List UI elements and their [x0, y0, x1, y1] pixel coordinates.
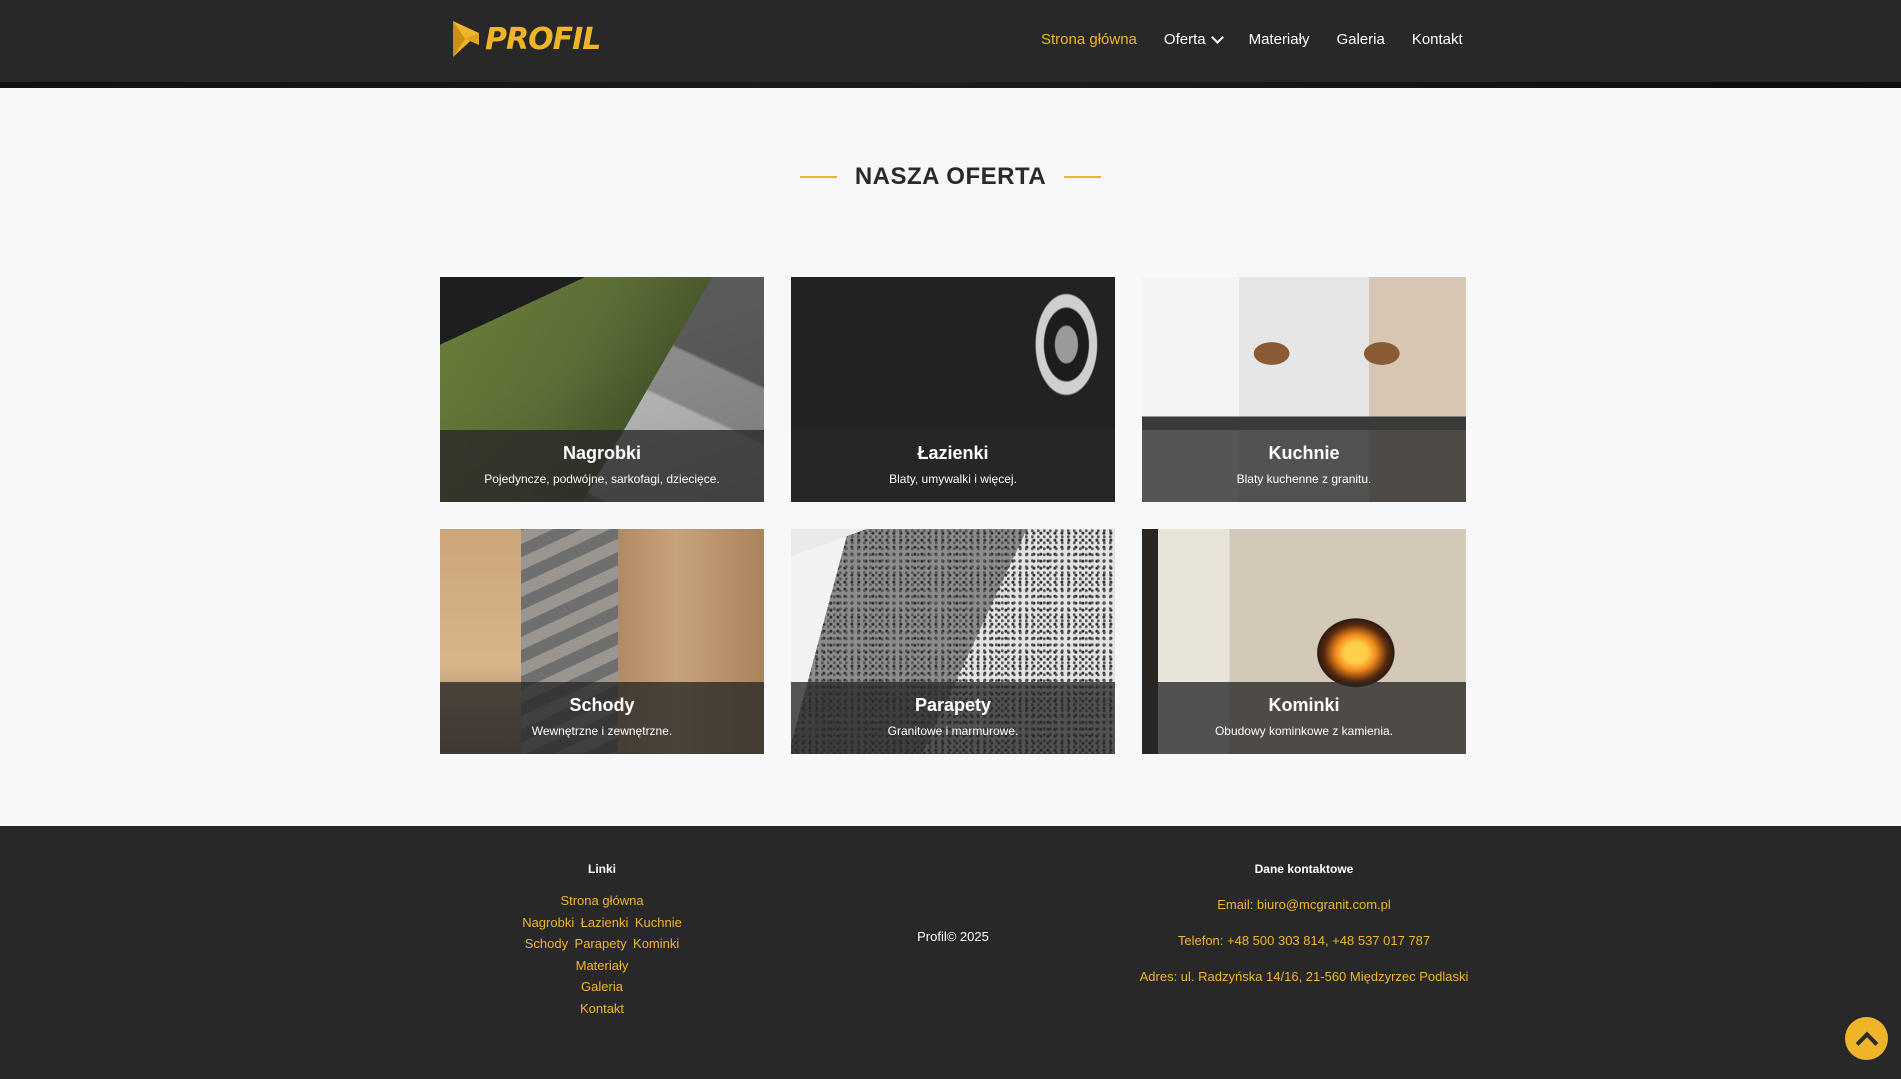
card-caption: Nagrobki Pojedyncze, podwójne, sarkofagi…: [440, 430, 764, 502]
nav-oferta[interactable]: Oferta: [1163, 30, 1224, 48]
logo-text: PROFIL: [485, 21, 601, 57]
title-line-left: [799, 176, 837, 178]
card-description: Pojedyncze, podwójne, sarkofagi, dziecię…: [484, 472, 720, 486]
main-nav: Strona główna Oferta Materiały Galeria K…: [1041, 30, 1490, 48]
footer-links-row: Nagrobki Łazienki Kuchnie: [440, 912, 764, 934]
logo[interactable]: PROFIL: [451, 19, 601, 59]
nav-kontakt[interactable]: Kontakt: [1412, 31, 1463, 48]
footer-link-schody[interactable]: Schody: [525, 936, 568, 951]
title-line-right: [1064, 176, 1102, 178]
footer-contact: Dane kontaktowe Email: biuro@mcgranit.co…: [1112, 862, 1496, 984]
offer-card-nagrobki[interactable]: Nagrobki Pojedyncze, podwójne, sarkofagi…: [440, 277, 764, 502]
footer-link-nagrobki[interactable]: Nagrobki: [522, 915, 574, 930]
scroll-top-button[interactable]: [1845, 1017, 1888, 1060]
offer-card-kominki[interactable]: Kominki Obudowy kominkowe z kamienia.: [1142, 529, 1466, 754]
footer-link-kontakt[interactable]: Kontakt: [440, 998, 764, 1020]
footer-copyright: Profil© 2025: [917, 929, 989, 944]
footer-email[interactable]: Email: biuro@mcgranit.com.pl: [1112, 897, 1496, 912]
footer-link-parapety[interactable]: Parapety: [575, 936, 627, 951]
footer-link-kominki[interactable]: Kominki: [633, 936, 679, 951]
card-title: Schody: [569, 695, 635, 715]
card-description: Wewnętrzne i zewnętrzne.: [531, 724, 673, 738]
nav-oferta-label: Oferta: [1163, 31, 1206, 48]
chevron-up-icon: [1855, 1031, 1878, 1054]
card-caption: Schody Wewnętrzne i zewnętrzne.: [440, 682, 764, 754]
nav-home[interactable]: Strona główna: [1041, 31, 1137, 48]
card-title: Nagrobki: [562, 443, 641, 463]
card-title: Kominki: [1268, 695, 1340, 715]
card-title: Kuchnie: [1268, 443, 1340, 463]
card-title: Łazienki: [917, 443, 989, 463]
footer-contact-list: Email: biuro@mcgranit.com.pl Telefon: +4…: [1112, 897, 1496, 984]
footer-phone[interactable]: Telefon: +48 500 303 814, +48 537 017 78…: [1112, 933, 1496, 948]
nav-materialy[interactable]: Materiały: [1249, 31, 1310, 48]
section-heading: NASZA OFERTA: [0, 163, 1901, 191]
footer-link-galeria[interactable]: Galeria: [440, 976, 764, 998]
card-description: Granitowe i marmurowe.: [887, 724, 1019, 738]
footer-links: Linki Strona główna Nagrobki Łazienki Ku…: [440, 862, 764, 1019]
card-caption: Kuchnie Blaty kuchenne z granitu.: [1142, 430, 1466, 502]
site-footer: Linki Strona główna Nagrobki Łazienki Ku…: [0, 826, 1901, 1079]
site-header: PROFIL Strona główna Oferta Materiały Ga…: [0, 0, 1901, 88]
footer-contact-heading: Dane kontaktowe: [1254, 862, 1354, 876]
card-caption: Łazienki Blaty, umywalki i więcej.: [791, 430, 1115, 502]
offer-card-parapety[interactable]: Parapety Granitowe i marmurowe.: [791, 529, 1115, 754]
footer-link-kuchnie[interactable]: Kuchnie: [635, 915, 682, 930]
header-divider: [0, 82, 1901, 88]
card-description: Blaty, umywalki i więcej.: [889, 472, 1017, 486]
footer-links-heading: Linki: [587, 862, 616, 876]
offer-card-lazienki[interactable]: Łazienki Blaty, umywalki i więcej.: [791, 277, 1115, 502]
profil-logo-icon: [453, 21, 479, 57]
footer-link-materialy[interactable]: Materiały: [440, 955, 764, 977]
footer-links-row: Schody Parapety Kominki: [440, 933, 764, 955]
footer-address: Adres: ul. Radzyńska 14/16, 21-560 Międz…: [1139, 969, 1469, 984]
offer-card-schody[interactable]: Schody Wewnętrzne i zewnętrzne.: [440, 529, 764, 754]
card-description: Obudowy kominkowe z kamienia.: [1214, 724, 1394, 738]
footer-link-lazienki[interactable]: Łazienki: [581, 915, 629, 930]
section-title: NASZA OFERTA: [854, 163, 1047, 190]
card-caption: Parapety Granitowe i marmurowe.: [791, 682, 1115, 754]
footer-copyright-block: Profil© 2025: [791, 929, 1115, 944]
footer-links-list: Strona główna Nagrobki Łazienki Kuchnie …: [440, 890, 764, 1019]
chevron-down-icon: [1210, 30, 1224, 44]
card-description: Blaty kuchenne z granitu.: [1236, 472, 1372, 486]
card-title: Parapety: [914, 695, 992, 715]
offer-card-kuchnie[interactable]: Kuchnie Blaty kuchenne z granitu.: [1142, 277, 1466, 502]
card-caption: Kominki Obudowy kominkowe z kamienia.: [1142, 682, 1466, 754]
footer-link-home[interactable]: Strona główna: [440, 890, 764, 912]
nav-galeria[interactable]: Galeria: [1336, 31, 1384, 48]
